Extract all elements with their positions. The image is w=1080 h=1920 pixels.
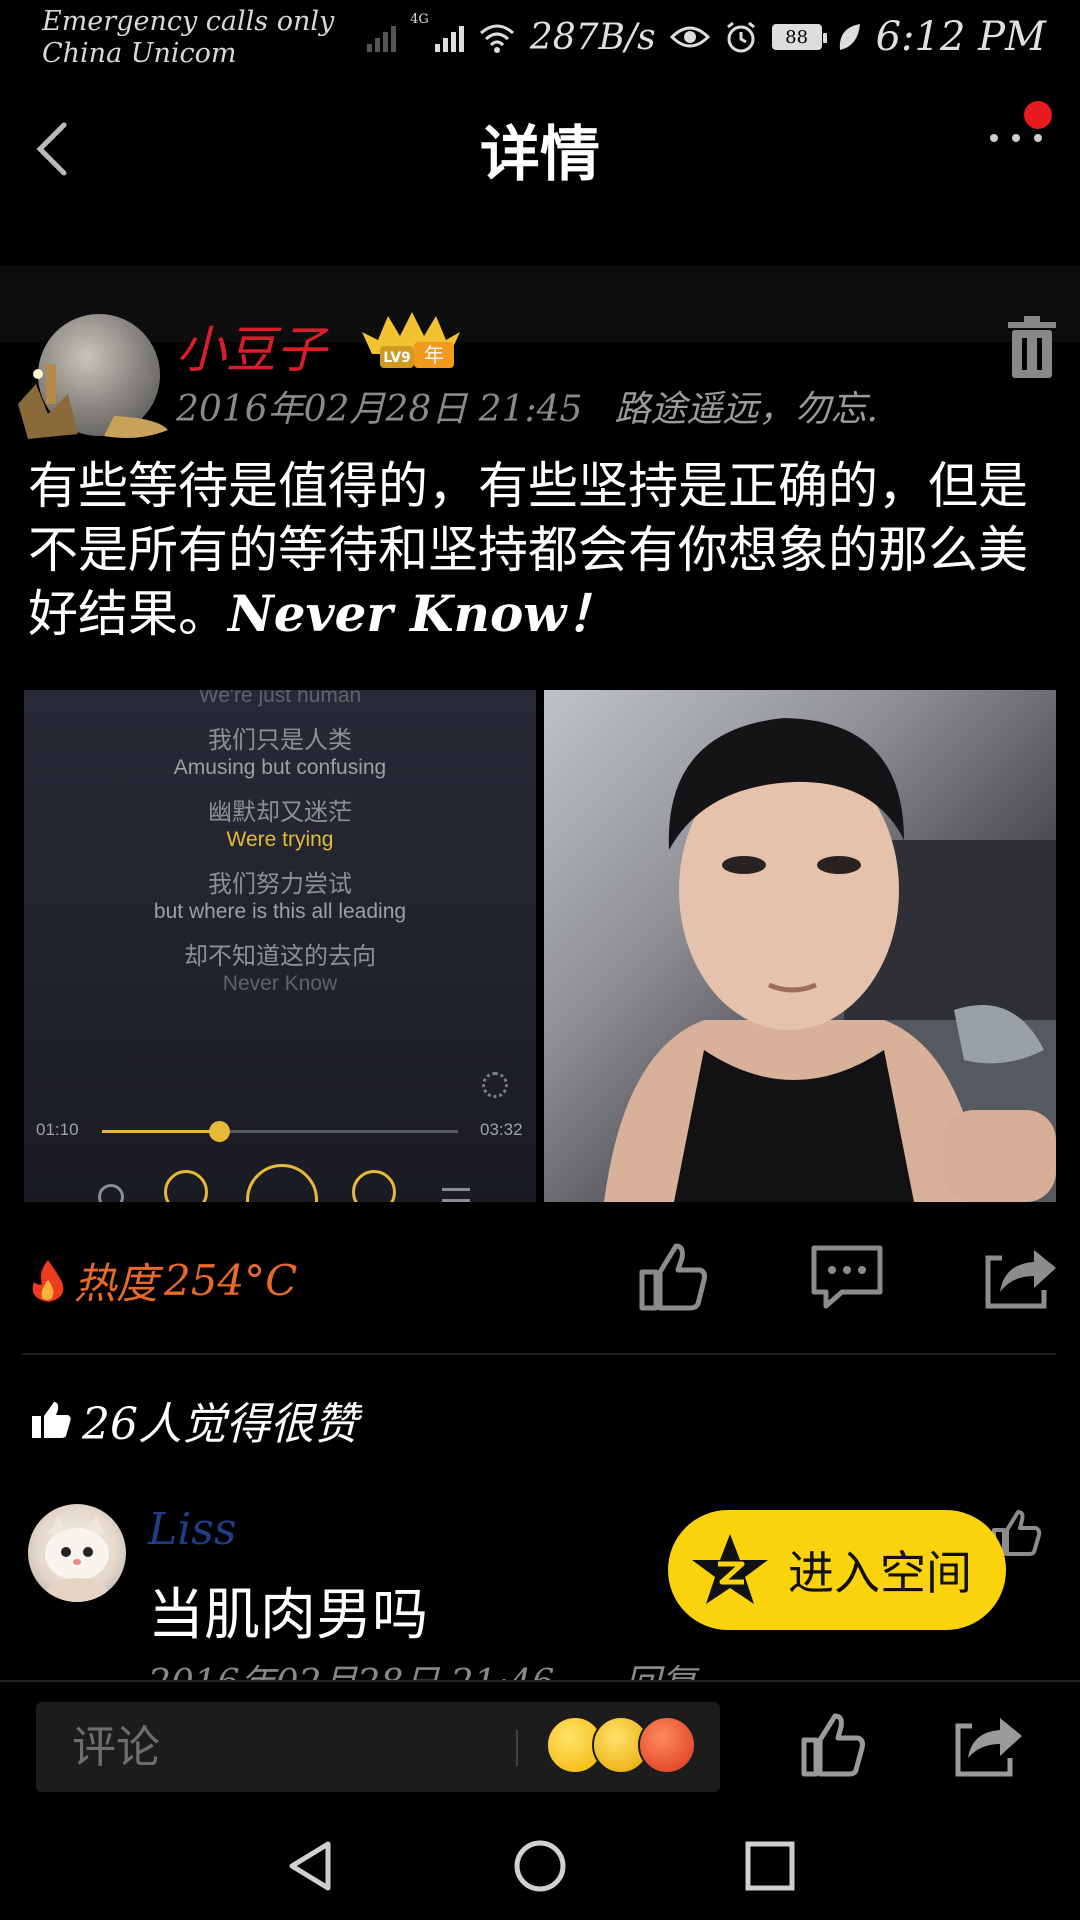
heat-label: 热度 [74, 1259, 159, 1308]
section-divider [22, 1353, 1056, 1355]
lyric-line: Never Know [222, 972, 338, 995]
lyric-line: Were trying [226, 828, 334, 851]
lyric-line: 却不知道这的去向 [184, 942, 376, 970]
trash-icon [1008, 316, 1056, 378]
likes-summary[interactable]: 26人觉得很赞 [30, 1388, 358, 1452]
settings-icon [482, 1072, 508, 1098]
carrier-line-2: China Unicom [42, 38, 237, 69]
post-date: 2016年02月28日 21:45 [176, 389, 583, 430]
progress-knob [209, 1121, 231, 1142]
enter-space-label: 进入空间 [788, 1546, 972, 1600]
nav-recents-icon[interactable] [742, 1838, 798, 1894]
progress-bar [102, 1121, 458, 1142]
status-bar: Emergency calls only China Unicom 4G 287… [0, 0, 1080, 76]
notification-dot [1024, 101, 1052, 129]
pause-icon [246, 1164, 318, 1202]
post-image-selfie[interactable] [544, 690, 1056, 1202]
lyric-line: Amusing but confusing [173, 756, 387, 779]
clock: 6:12 PM [875, 14, 1046, 60]
status-indicators: 4G 287B/s 88 6:12 PM [367, 12, 1046, 62]
system-navigation-bar [0, 1810, 1080, 1920]
comment-text: 当肌肉男吗 [148, 1583, 428, 1648]
author-name[interactable]: 小豆子 [176, 310, 326, 382]
total-time: 03:32 [480, 1120, 523, 1139]
heat-value: 254°C [164, 1256, 298, 1305]
heat-indicator: 热度 254°C [28, 1250, 297, 1311]
carrier-line-1: Emergency calls only [42, 6, 335, 37]
nav-home-icon[interactable] [512, 1838, 568, 1894]
more-dot [990, 134, 998, 142]
enter-space-button[interactable]: 进入空间 [668, 1510, 1006, 1630]
alarm-icon [726, 21, 755, 53]
lyric-line: 我们努力尝试 [208, 870, 352, 898]
progress-fill [102, 1130, 220, 1133]
input-separator [516, 1730, 518, 1766]
bottom-like-button[interactable] [798, 1712, 868, 1778]
elapsed-time: 01:10 [36, 1120, 79, 1139]
badge-year: 年 [424, 343, 444, 367]
comment-bar [0, 1680, 1080, 1810]
more-dot [1034, 134, 1042, 142]
post-text-en: Never Know！ [228, 584, 617, 643]
fire-icon [32, 1259, 64, 1302]
leaf-icon [839, 24, 860, 50]
lyric-line: but where is this all leading [153, 900, 407, 923]
badge-level: LV9 [383, 350, 411, 366]
author-avatar[interactable] [18, 314, 168, 444]
likes-text: 26人觉得很赞 [82, 1399, 358, 1450]
bottom-share-button[interactable] [954, 1712, 1024, 1778]
prev-track-icon [164, 1170, 208, 1202]
network-type: 4G [410, 12, 429, 27]
carrier-info: Emergency calls only China Unicom [42, 6, 334, 70]
nav-back-icon[interactable] [282, 1838, 338, 1894]
angry-emoji-icon [638, 1716, 696, 1774]
eye-icon [669, 26, 710, 48]
selfie-illustration [604, 718, 1056, 1202]
comment-button[interactable] [810, 1242, 884, 1312]
lyric-line: We're just human [198, 690, 362, 707]
post-image-music-player[interactable]: We're just human 我们只是人类 Amusing but confus… [24, 690, 536, 1202]
network-speed: 287B/s [529, 16, 656, 58]
post-meta: 2016年02月28日 21:45 路途遥远，勿忘. [176, 380, 878, 432]
battery-icon: 88 [771, 24, 827, 50]
post-content: 有些等待是值得的，有些坚持是正确的，但是不是所有的等待和坚持都会有你想象的那么美… [28, 454, 1058, 646]
top-nav-bar: 详情 [0, 76, 1080, 342]
page-title: 详情 [480, 120, 600, 190]
comment-input[interactable] [72, 1702, 512, 1792]
vip-level-badge: LV9 年 [362, 312, 460, 368]
lyric-line: 幽默却又迷茫 [208, 798, 352, 826]
signal-icon [434, 22, 464, 52]
loop-icon [98, 1184, 124, 1202]
post-location: 路途遥远，勿忘. [614, 389, 878, 430]
lyric-line: 我们只是人类 [208, 726, 352, 754]
delete-button[interactable] [1004, 316, 1060, 380]
commenter-avatar[interactable] [28, 1504, 126, 1602]
qzone-star-icon [692, 1534, 768, 1604]
share-button[interactable] [984, 1242, 1058, 1312]
comment-input-box [36, 1702, 720, 1792]
avatar-frame-decoration [18, 364, 168, 439]
wifi-icon [479, 24, 514, 53]
next-track-icon [352, 1170, 396, 1202]
playlist-icon [442, 1188, 470, 1202]
more-options-button[interactable] [990, 134, 1042, 142]
no-signal-icon [367, 22, 397, 52]
emoji-picker-button[interactable] [546, 1716, 696, 1774]
like-button[interactable] [636, 1242, 710, 1312]
more-dot [1012, 134, 1020, 142]
thumbs-up-icon [32, 1402, 71, 1438]
commenter-name[interactable]: Liss [148, 1504, 236, 1555]
cat-illustration [45, 1516, 109, 1602]
